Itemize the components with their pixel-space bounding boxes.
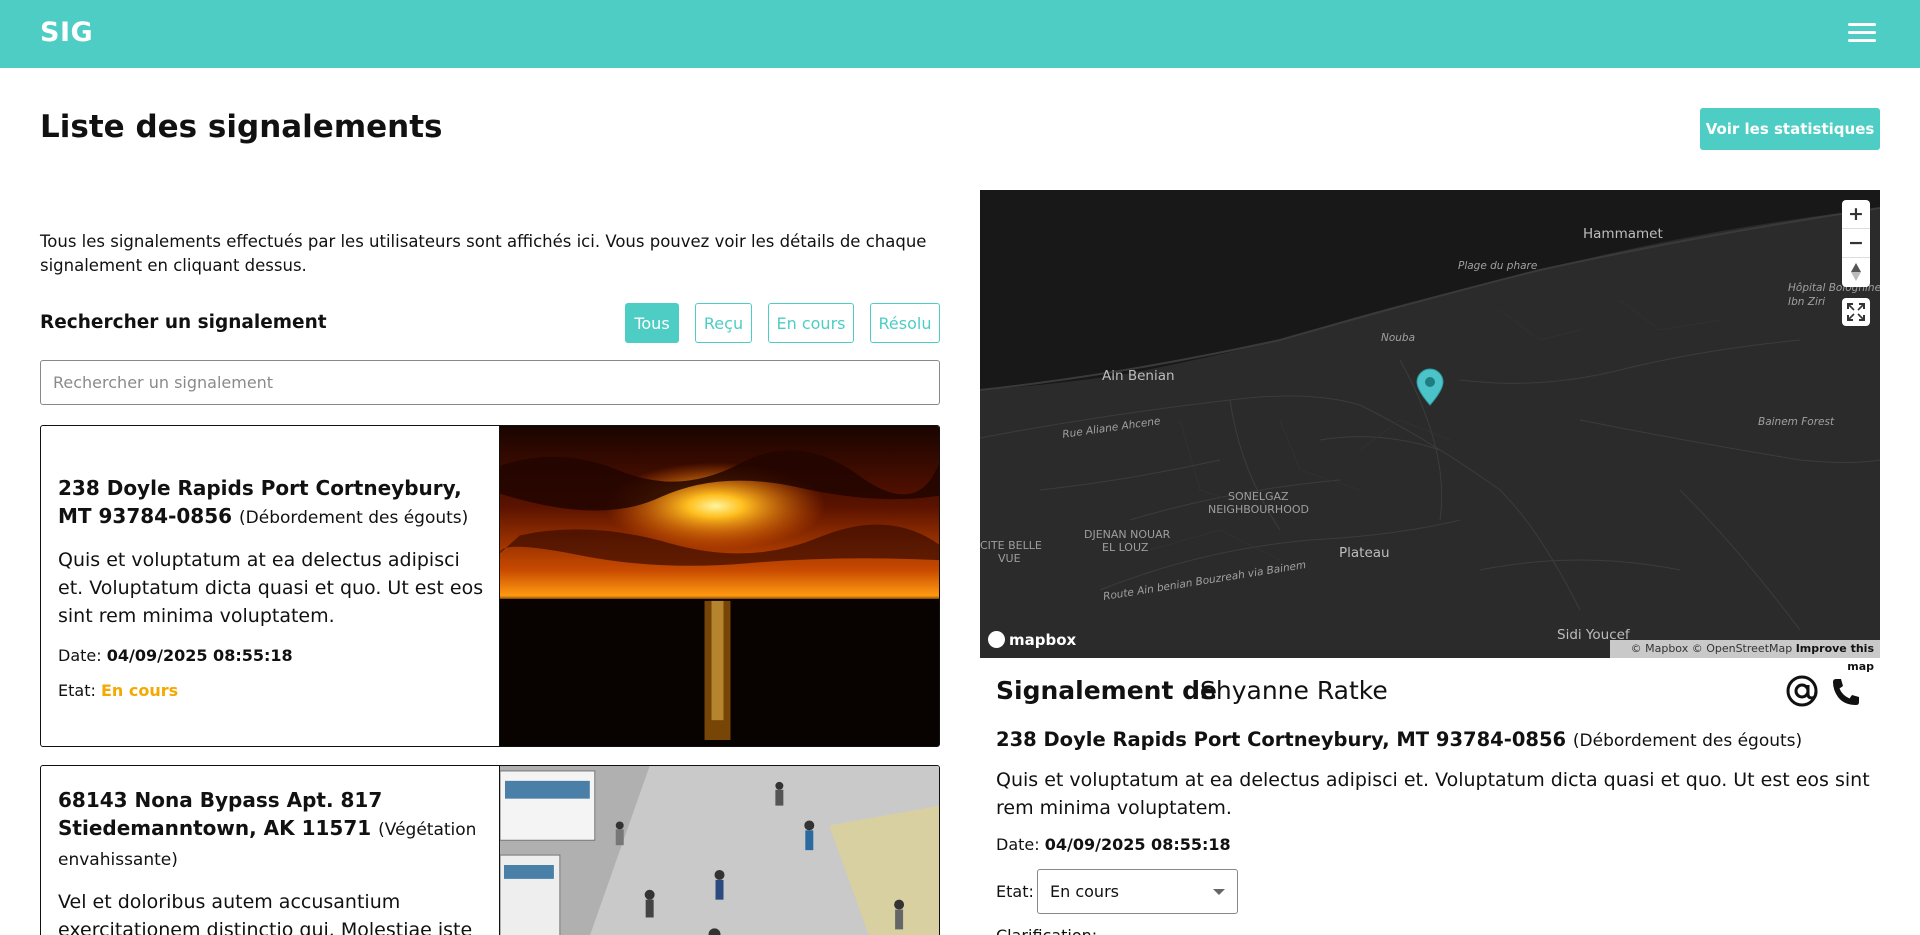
report-image-street [499,766,939,935]
compass-reset-button[interactable] [1842,258,1870,287]
filter-received-button[interactable]: Reçu [695,303,752,343]
report-card[interactable]: 238 Doyle Rapids Port Cortneybury, MT 93… [40,425,940,747]
detail-date: Date: 04/09/2025 08:55:18 [996,835,1231,854]
filter-all-button[interactable]: Tous [625,303,679,343]
report-description: Vel et doloribus autem accusantium exerc… [58,891,473,935]
view-statistics-button[interactable]: Voir les statistiques [1700,108,1880,150]
mapbox-logo[interactable]: mapbox [988,631,1076,649]
page-title: Liste des signalements [40,109,443,145]
report-image-sunset [499,426,939,746]
report-date: Date: 04/09/2025 08:55:18 [58,646,293,665]
detail-state-label: Etat: [996,882,1034,901]
report-card-body: 68143 Nona Bypass Apt. 817 Stiedemanntow… [58,786,488,935]
top-navbar: SIG [0,0,1920,68]
report-state: Etat: En cours [58,681,179,700]
mapbox-logo-icon [988,631,1005,648]
brand-logo[interactable]: SIG [40,17,93,48]
report-address: 238 Doyle Rapids Port Cortneybury, MT 93… [58,476,469,528]
report-card[interactable]: 68143 Nona Bypass Apt. 817 Stiedemanntow… [40,765,940,935]
map-label: Hammamet [1583,226,1663,242]
map-label: EL LOUZ [1102,541,1149,554]
map-label: SONELGAZ [1228,490,1289,503]
detail-description: Quis et voluptatum at ea delectus adipis… [996,769,1870,819]
map-pin-icon[interactable] [1416,368,1444,406]
map-view[interactable]: Hammamet Plage du phare Hôpital Bologhin… [980,190,1880,658]
map-label: Plateau [1339,545,1390,561]
search-input[interactable] [40,360,940,405]
map-label: Ain Benian [1102,368,1175,384]
fullscreen-button[interactable] [1842,298,1870,326]
filter-in-progress-button[interactable]: En cours [768,303,854,343]
map-attribution[interactable]: © Mapbox © OpenStreetMap Improve this ma… [1610,640,1880,673]
report-card-body: 238 Doyle Rapids Port Cortneybury, MT 93… [58,474,488,700]
intro-text: Tous les signalements effectués par les … [40,232,927,275]
filter-resolved-button[interactable]: Résolu [870,303,940,343]
map-label: Nouba [1381,332,1416,344]
zoom-out-button[interactable]: − [1842,229,1870,258]
map-label: VUE [998,552,1021,565]
state-select[interactable]: En cours [1037,869,1238,914]
detail-title: Signalement de [996,676,1217,705]
chevron-down-icon [1213,889,1225,895]
clarification-label: Clarification: [996,926,1097,935]
detail-category: (Débordement des égouts) [1572,731,1803,751]
report-category: (Débordement des égouts) [239,508,469,528]
map-label: Plage du phare [1458,260,1538,272]
hamburger-menu-icon[interactable] [1848,23,1876,45]
fullscreen-icon [1847,303,1865,321]
reporter-name: Shyanne Ratke [1200,676,1388,705]
map-label: Bainem Forest [1758,416,1835,428]
map-label: Ibn Ziri [1788,296,1826,308]
phone-icon[interactable] [1830,676,1862,708]
map-label: NEIGHBOURHOOD [1208,503,1309,516]
map-zoom-controls: + − [1842,200,1870,287]
map-label: DJENAN NOUAR [1084,528,1171,541]
search-section-label: Rechercher un signalement [40,312,327,333]
email-at-icon[interactable] [1785,674,1819,708]
report-description: Quis et voluptatum at ea delectus adipis… [58,549,484,627]
compass-icon [1851,263,1861,281]
report-address: 68143 Nona Bypass Apt. 817 Stiedemanntow… [58,788,477,870]
zoom-in-button[interactable]: + [1842,200,1870,229]
detail-address: 238 Doyle Rapids Port Cortneybury, MT 93… [996,728,1803,751]
map-label: CITE BELLE [980,539,1042,552]
